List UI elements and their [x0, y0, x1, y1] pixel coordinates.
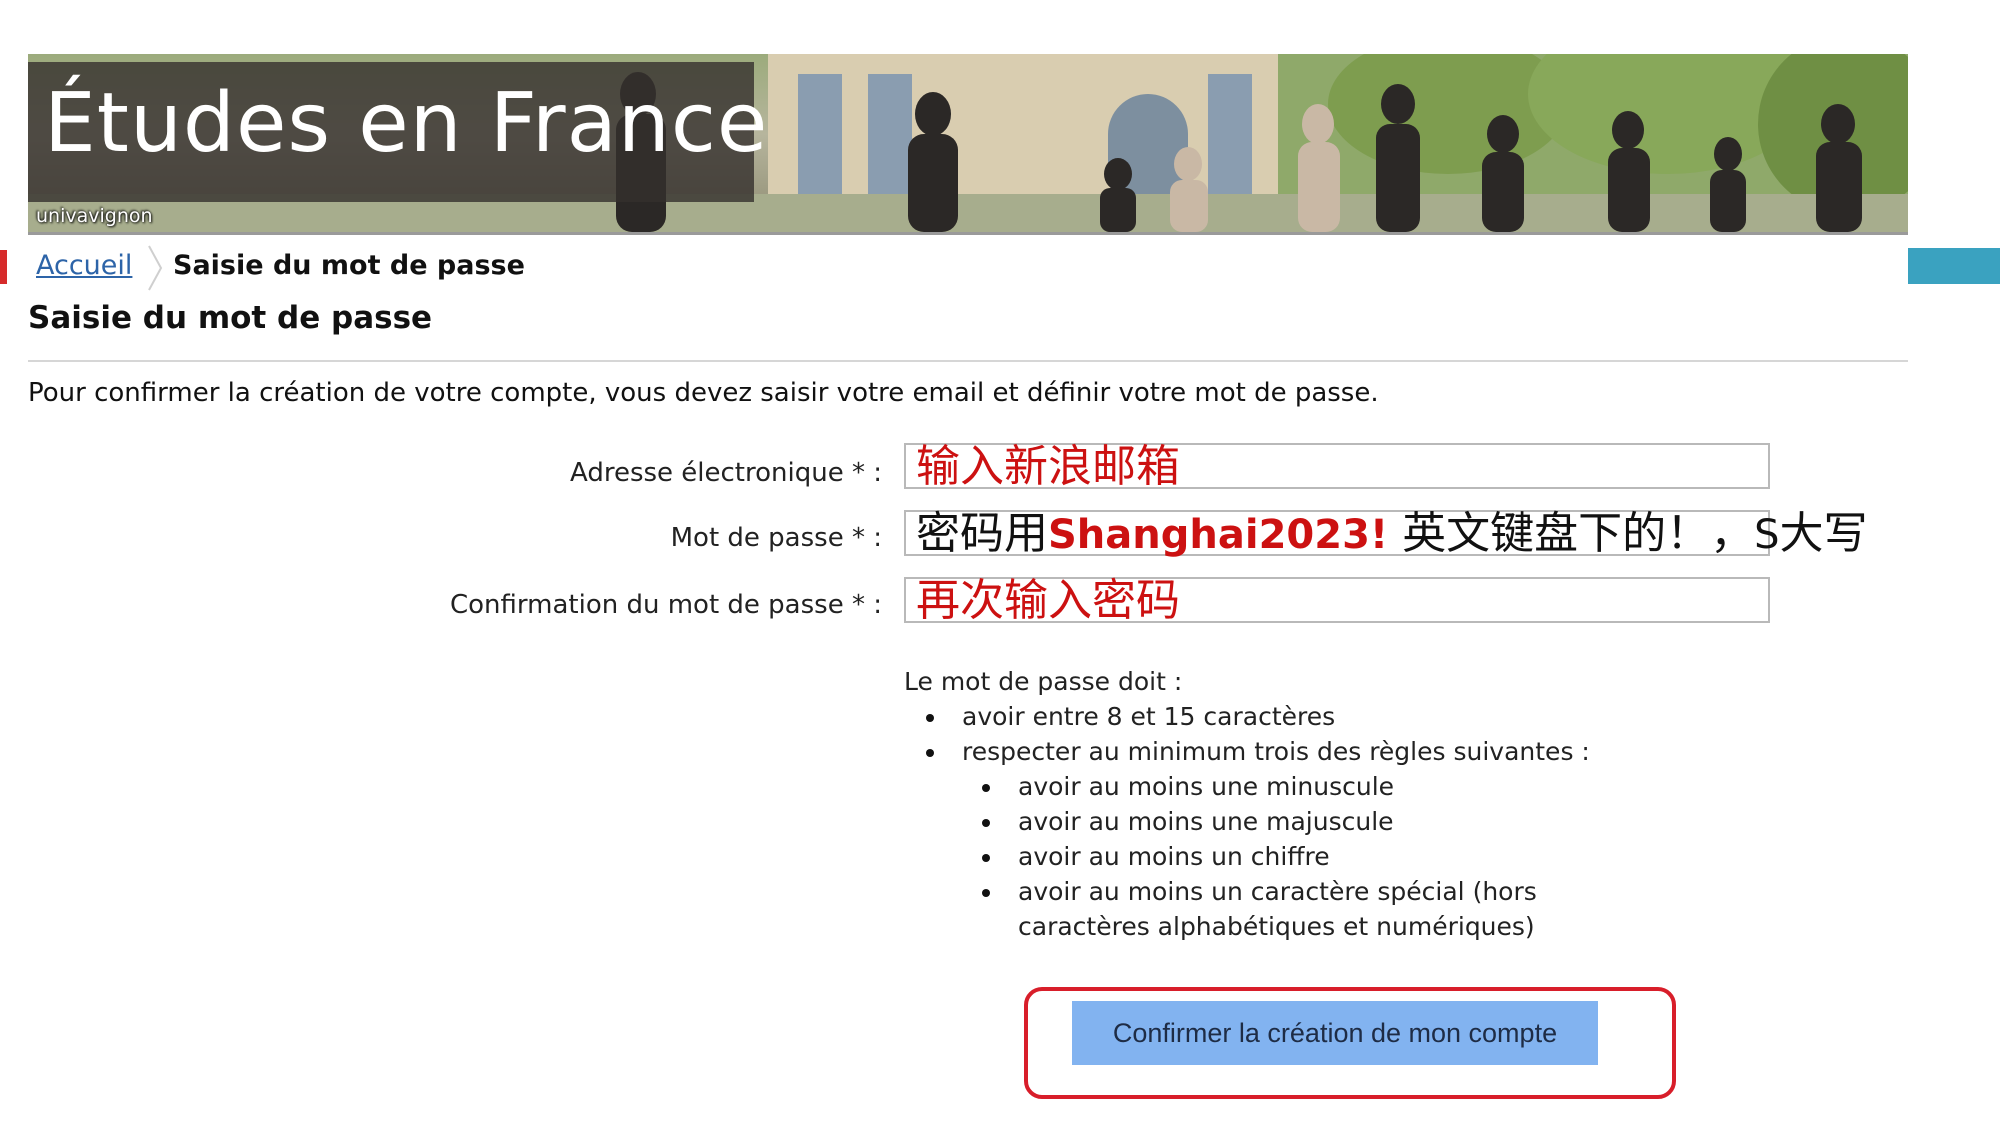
rule-subitem: avoir au moins une minuscule: [960, 769, 1590, 804]
password-note-prefix: 密码用: [916, 508, 1048, 559]
breadcrumb-home-link[interactable]: Accueil: [36, 250, 132, 281]
rule-item: avoir entre 8 et 15 caractères: [904, 699, 1590, 734]
password-note-suffix: 大写: [1779, 508, 1868, 559]
email-field-value: 输入新浪邮箱: [916, 441, 1180, 492]
university-logo: univavignon: [36, 205, 153, 227]
password-rules: Le mot de passe doit : avoir entre 8 et …: [904, 664, 1590, 944]
rules-intro: Le mot de passe doit :: [904, 667, 1183, 696]
rules-sublist: avoir au moins une minuscule avoir au mo…: [960, 769, 1590, 944]
confirm-password-field-value: 再次输入密码: [916, 575, 1180, 626]
email-label: Adresse électronique * :: [570, 458, 882, 488]
password-label: Mot de passe * :: [670, 523, 882, 553]
rule-item: respecter au minimum trois des règles su…: [904, 734, 1590, 769]
confirm-password-label: Confirmation du mot de passe * :: [450, 590, 882, 620]
password-note-example: Shanghai2023!: [1048, 512, 1389, 558]
header-banner: Études en France univavignon: [28, 54, 1908, 235]
confirm-account-button[interactable]: Confirmer la création de mon compte: [1072, 1001, 1598, 1065]
title-divider: [28, 360, 1908, 362]
rules-list: avoir entre 8 et 15 caractères respecter…: [904, 699, 1590, 769]
left-accent-bar: [0, 250, 7, 284]
breadcrumb-chevron-icon: [148, 245, 163, 291]
right-accent-bar: [1908, 248, 2000, 284]
site-title: Études en France: [44, 76, 769, 171]
password-field[interactable]: 密码用Shanghai2023! 英文键盘下的！，S大写: [904, 508, 1868, 559]
password-note-s: S: [1754, 512, 1780, 558]
page-title: Saisie du mot de passe: [28, 300, 433, 336]
intro-text: Pour confirmer la création de votre comp…: [28, 378, 1379, 408]
confirm-password-field[interactable]: 再次输入密码: [904, 577, 1770, 623]
rule-subitem: avoir au moins une majuscule: [960, 804, 1590, 839]
password-note-middle: 英文键盘下的！，: [1388, 508, 1755, 559]
rule-subitem: avoir au moins un caractère spécial (hor…: [960, 874, 1590, 944]
rule-subitem: avoir au moins un chiffre: [960, 839, 1590, 874]
breadcrumb-current: Saisie du mot de passe: [173, 250, 525, 281]
email-field[interactable]: 输入新浪邮箱: [904, 443, 1770, 489]
